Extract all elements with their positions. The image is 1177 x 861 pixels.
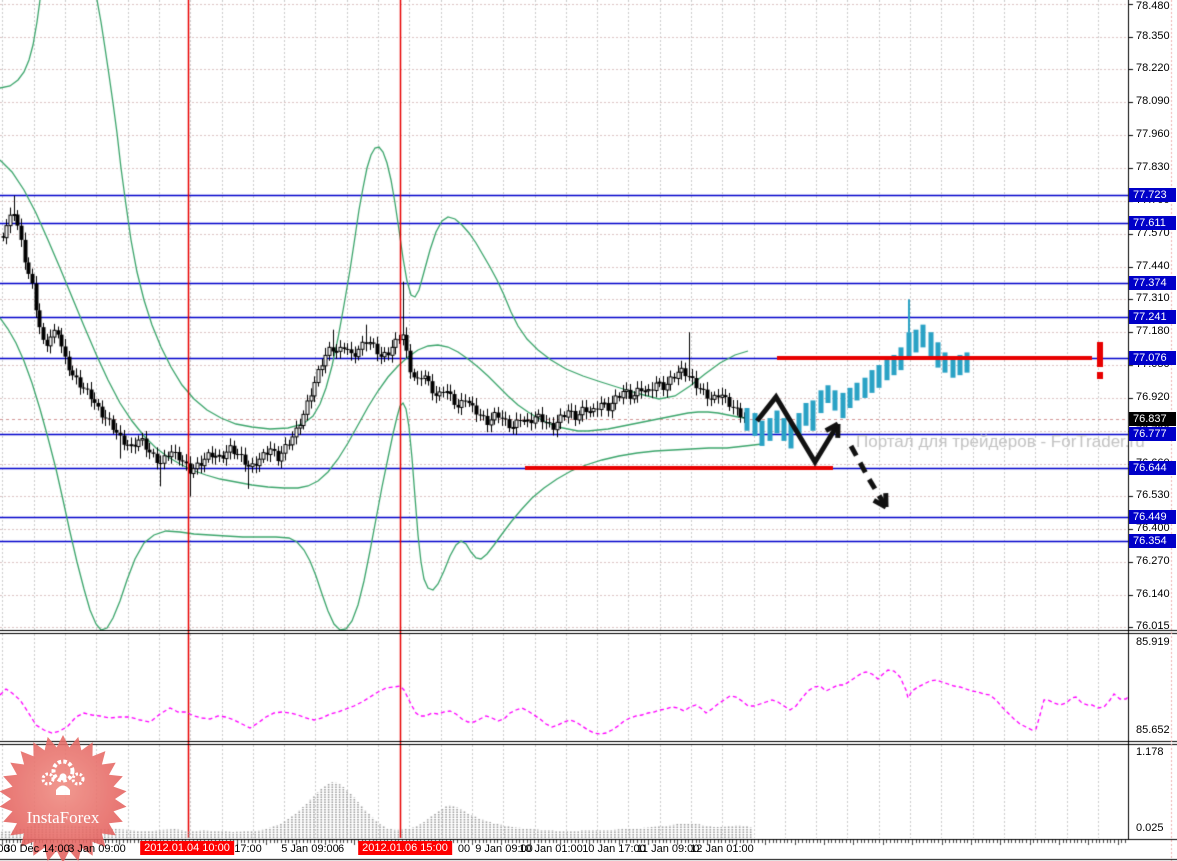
price-tick-label: 77.830	[1136, 161, 1170, 173]
level-price-badge: 76.354	[1129, 534, 1176, 548]
level-price-badge: 76.449	[1129, 510, 1176, 524]
price-tick-label: 78.350	[1136, 30, 1170, 42]
price-tick-label: 77.310	[1136, 292, 1170, 304]
vline-date-badge: 2012.01.06 15:00	[358, 841, 452, 855]
price-tick-label: 76.530	[1136, 489, 1170, 501]
momentum-min-label: 85.652	[1136, 724, 1170, 736]
level-price-badge: 76.777	[1129, 427, 1176, 441]
price-tick-label: 77.960	[1136, 128, 1170, 140]
price-tick-label: 76.270	[1136, 555, 1170, 567]
volume-max-label: 1.178	[1136, 746, 1164, 758]
price-tick-label: 78.090	[1136, 95, 1170, 107]
time-tick-label: 30 Dec 14:00	[4, 843, 70, 855]
level-price-badge: 77.611	[1129, 216, 1176, 230]
main-chart-canvas[interactable]	[0, 0, 1177, 861]
vline-date-badge: 2012.01.04 10:00	[140, 841, 234, 855]
price-tick-label: 78.480	[1136, 0, 1170, 12]
price-tick-label: 76.015	[1136, 620, 1170, 632]
price-tick-label: 76.920	[1136, 391, 1170, 403]
level-price-badge: 77.374	[1129, 276, 1176, 290]
time-tick-label: 12 Jan 01:00	[690, 843, 754, 855]
level-price-badge: 77.723	[1129, 188, 1176, 202]
price-tick-label: 76.140	[1136, 588, 1170, 600]
time-tick-label: 00	[457, 843, 471, 855]
volume-min-label: 0.025	[1136, 822, 1164, 834]
level-price-badge: 77.241	[1129, 310, 1176, 324]
price-tick-label: 78.220	[1136, 62, 1170, 74]
time-tick-label: 10 Jan 01:00	[519, 843, 583, 855]
time-tick-label: 6	[337, 843, 345, 855]
time-tick-label: 3 Jan 09:00	[68, 843, 126, 855]
level-price-badge: 77.076	[1129, 351, 1176, 365]
logo-wordmark: InstaForex	[27, 808, 100, 827]
momentum-max-label: 85.919	[1136, 636, 1170, 648]
time-tick-label: 17:00	[234, 843, 262, 855]
instaforex-logo: InstaForex	[0, 735, 127, 861]
time-tick-label: 5 Jan 09:00	[281, 843, 339, 855]
level-price-badge: 76.644	[1129, 461, 1176, 475]
price-tick-label: 77.440	[1136, 260, 1170, 272]
price-tick-label: 77.180	[1136, 325, 1170, 337]
current-price-badge: 76.837	[1129, 412, 1176, 426]
trading-chart-window: InstaForex 78.480 78.350 78.220 78.090 77.96…	[0, 0, 1177, 861]
